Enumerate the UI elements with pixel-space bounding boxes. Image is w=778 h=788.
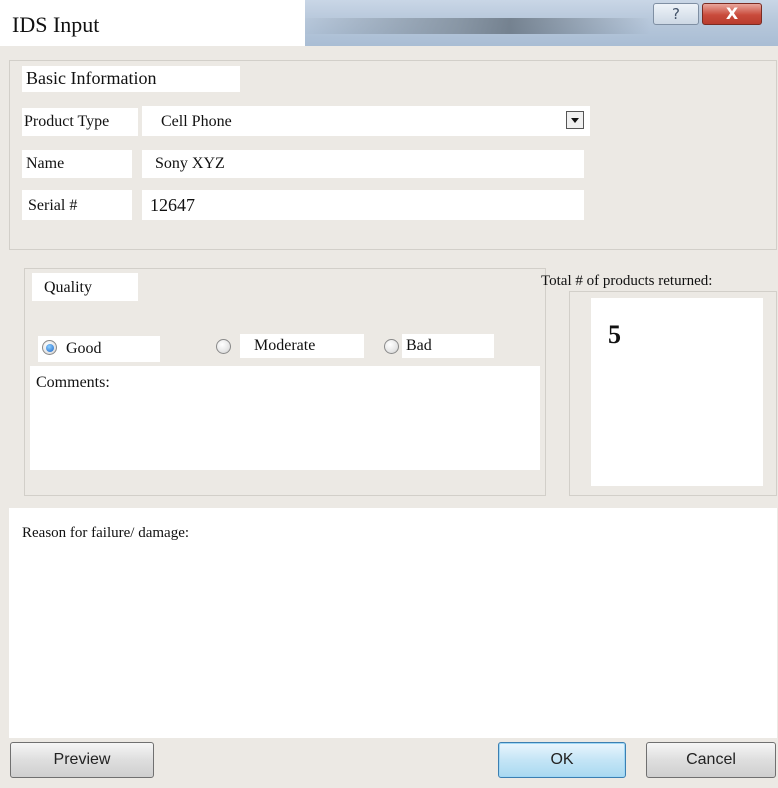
- bad-radio[interactable]: [384, 339, 399, 354]
- help-icon[interactable]: ?: [653, 3, 699, 25]
- close-icon[interactable]: X: [702, 3, 762, 25]
- chevron-down-icon[interactable]: [566, 111, 584, 129]
- reason-label: Reason for failure/ damage:: [22, 525, 190, 541]
- serial-value: 12647: [150, 195, 195, 215]
- window-title: IDS Input: [12, 12, 100, 37]
- name-value: Sony XYZ: [155, 155, 225, 172]
- cancel-button[interactable]: Cancel: [646, 742, 776, 778]
- good-label: Good: [66, 340, 102, 357]
- ok-button[interactable]: OK: [498, 742, 626, 778]
- serial-field[interactable]: [142, 190, 584, 220]
- returns-count: 5: [608, 320, 621, 349]
- serial-label: Serial #: [22, 190, 132, 220]
- name-label: Name: [22, 150, 132, 178]
- title-bar-decoration: [300, 18, 650, 34]
- bad-label: Bad: [406, 337, 432, 354]
- quality-legend: Quality: [32, 273, 138, 301]
- good-radio[interactable]: [42, 340, 57, 355]
- basic-info-legend: Basic Information: [22, 66, 240, 92]
- reason-field[interactable]: [9, 508, 777, 738]
- preview-button[interactable]: Preview: [10, 742, 154, 778]
- product-type-label: Product Type: [22, 108, 138, 136]
- comments-label: Comments:: [36, 374, 110, 391]
- moderate-radio[interactable]: [216, 339, 231, 354]
- returns-label: Total # of products returned:: [541, 273, 713, 289]
- product-type-value: Cell Phone: [161, 113, 232, 130]
- moderate-label: Moderate: [254, 337, 316, 354]
